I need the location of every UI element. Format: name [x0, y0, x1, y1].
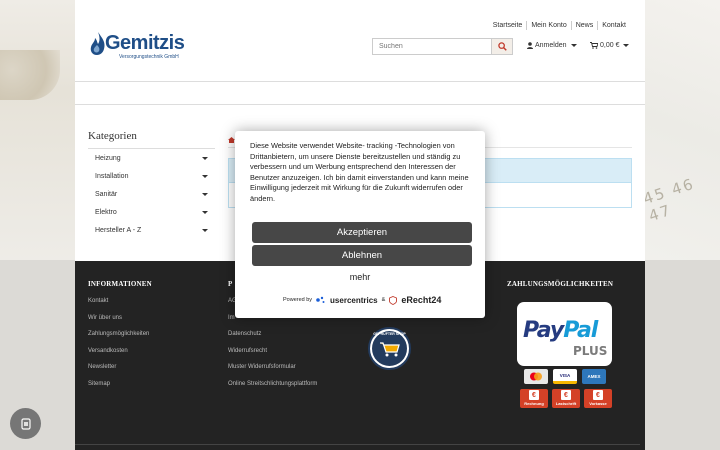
sidebar-item-label: Elektro — [95, 208, 117, 216]
footer-link[interactable]: Zahlungsmöglichkeiten — [88, 330, 152, 347]
search-box — [372, 38, 513, 55]
background-coins — [0, 50, 60, 100]
fingerprint-icon — [20, 417, 31, 430]
search-icon — [497, 42, 507, 51]
footer-link[interactable]: Muster Widerrufsformular — [228, 363, 317, 380]
chevron-down-icon — [623, 44, 630, 47]
footer-link[interactable]: Datenschutz — [228, 330, 317, 347]
account-label: Anmelden — [535, 42, 567, 49]
chevron-down-icon — [570, 44, 577, 47]
privacy-settings-button[interactable] — [10, 408, 41, 439]
seal-text: GEPRÜFTER SHOP — [373, 332, 406, 336]
pay-label: Rechnung — [524, 401, 544, 406]
background-right: 45 46 47 — [641, 0, 720, 260]
paypal-pay: Pay — [523, 318, 564, 343]
top-links: Startseite Mein Konto News Kontakt — [489, 21, 630, 30]
visa-icon: VISA — [553, 369, 577, 384]
top-link-news[interactable]: News — [570, 21, 598, 30]
background-digits: 45 46 47 — [641, 174, 697, 226]
footer-link[interactable]: Wir über uns — [88, 314, 152, 331]
euro-icon: € — [561, 390, 571, 400]
credit-card-logos: VISA AMEX — [524, 369, 606, 384]
caret-down-icon — [202, 210, 208, 214]
direct-debit-icon: € Lastschrift — [552, 389, 580, 408]
footer-link[interactable]: Online Streitschlichtungsplattform — [228, 380, 317, 397]
paypal-plus: PLUS — [573, 344, 608, 358]
deny-button[interactable]: Ablehnen — [252, 245, 472, 266]
cookie-consent-modal: Diese Website verwendet Website- trackin… — [235, 131, 485, 318]
invoice-icon: € Rechnung — [520, 389, 548, 408]
logo[interactable]: Gemitzis Versorgungstechnik GmbH — [89, 31, 189, 61]
sidebar-item-elektro[interactable]: Elektro — [88, 203, 215, 221]
sidebar-item-label: Hersteller A - Z — [95, 226, 142, 234]
footer-col-payment: ZAHLUNGSMÖGLICHKEITEN — [507, 280, 613, 297]
sidebar-item-hersteller[interactable]: Hersteller A - Z — [88, 221, 215, 239]
usercentrics-logo-icon — [316, 296, 325, 303]
top-link-mein-konto[interactable]: Mein Konto — [526, 21, 570, 30]
footer-link[interactable]: Newsletter — [88, 363, 152, 380]
caret-down-icon — [202, 192, 208, 196]
logo-text: Gemitzis — [105, 32, 185, 54]
powered-by-label: Powered by — [283, 297, 313, 303]
sidebar-item-label: Sanitär — [95, 190, 118, 198]
footer-col-informationen: INFORMATIONEN Kontakt Wir über uns Zahlu… — [88, 280, 152, 396]
sidebar-item-label: Installation — [95, 172, 129, 180]
user-icon — [527, 42, 533, 49]
euro-icon: € — [529, 390, 539, 400]
sidebar-item-heizung[interactable]: Heizung — [88, 149, 215, 167]
sidebar-item-sanitaer[interactable]: Sanitär — [88, 185, 215, 203]
pay-label: Vorkasse — [589, 401, 607, 406]
cart-total: 0,00 € — [600, 42, 620, 49]
trusted-shop-seal[interactable]: GEPRÜFTER SHOP — [368, 327, 411, 370]
top-link-startseite[interactable]: Startseite — [489, 21, 527, 30]
footer-link[interactable]: Kontakt — [88, 297, 152, 314]
background-left — [0, 0, 75, 260]
accept-button[interactable]: Akzeptieren — [252, 222, 472, 243]
erecht24-link[interactable]: eRecht24 — [401, 295, 441, 305]
footer-divider — [75, 444, 640, 445]
erecht24-logo-icon — [389, 295, 398, 305]
amex-icon: AMEX — [582, 369, 606, 384]
account-dropdown[interactable]: Anmelden — [527, 42, 577, 49]
cookie-consent-text: Diese Website verwendet Website- trackin… — [250, 141, 469, 203]
footer-link[interactable]: Widerrufsrecht — [228, 347, 317, 364]
category-list: Heizung Installation Sanitär Elektro Her… — [88, 148, 215, 239]
powered-by: Powered by usercentrics & eRecht24 — [283, 295, 441, 305]
mastercard-icon — [524, 369, 548, 384]
home-icon[interactable] — [228, 137, 235, 145]
cart-seal-icon — [379, 341, 400, 356]
prepayment-icon: € Vorkasse — [584, 389, 612, 408]
more-link[interactable]: mehr — [235, 272, 485, 282]
footer-heading: INFORMATIONEN — [88, 280, 152, 288]
logo-subtitle: Versorgungstechnik GmbH — [119, 54, 179, 60]
caret-down-icon — [202, 228, 208, 232]
footer-link[interactable]: Sitemap — [88, 380, 152, 397]
paypal-pal: Pal — [563, 318, 598, 343]
paypal-wordmark: PayPal — [523, 318, 598, 343]
caret-down-icon — [202, 156, 208, 160]
sidebar-item-installation[interactable]: Installation — [88, 167, 215, 185]
and-label: & — [381, 297, 386, 303]
sidebar-item-label: Heizung — [95, 154, 121, 162]
search-button[interactable] — [491, 39, 512, 54]
sidebar-title: Kategorien — [88, 130, 137, 142]
pay-label: Lastschrift — [555, 401, 577, 406]
footer-heading: ZAHLUNGSMÖGLICHKEITEN — [507, 280, 614, 288]
paypal-plus-logo: PayPal PLUS — [517, 302, 612, 366]
cart-icon — [590, 42, 598, 49]
cart-dropdown[interactable]: 0,00 € — [590, 42, 630, 49]
main-navbar — [75, 81, 645, 105]
seal-inner — [372, 331, 407, 366]
payment-method-logos: € Rechnung € Lastschrift € Vorkasse — [520, 389, 612, 408]
euro-icon: € — [593, 390, 603, 400]
search-input[interactable] — [373, 39, 491, 54]
caret-down-icon — [202, 174, 208, 178]
usercentrics-link[interactable]: usercentrics — [330, 296, 378, 305]
footer-link[interactable]: Versandkosten — [88, 347, 152, 364]
top-link-kontakt[interactable]: Kontakt — [597, 21, 630, 30]
